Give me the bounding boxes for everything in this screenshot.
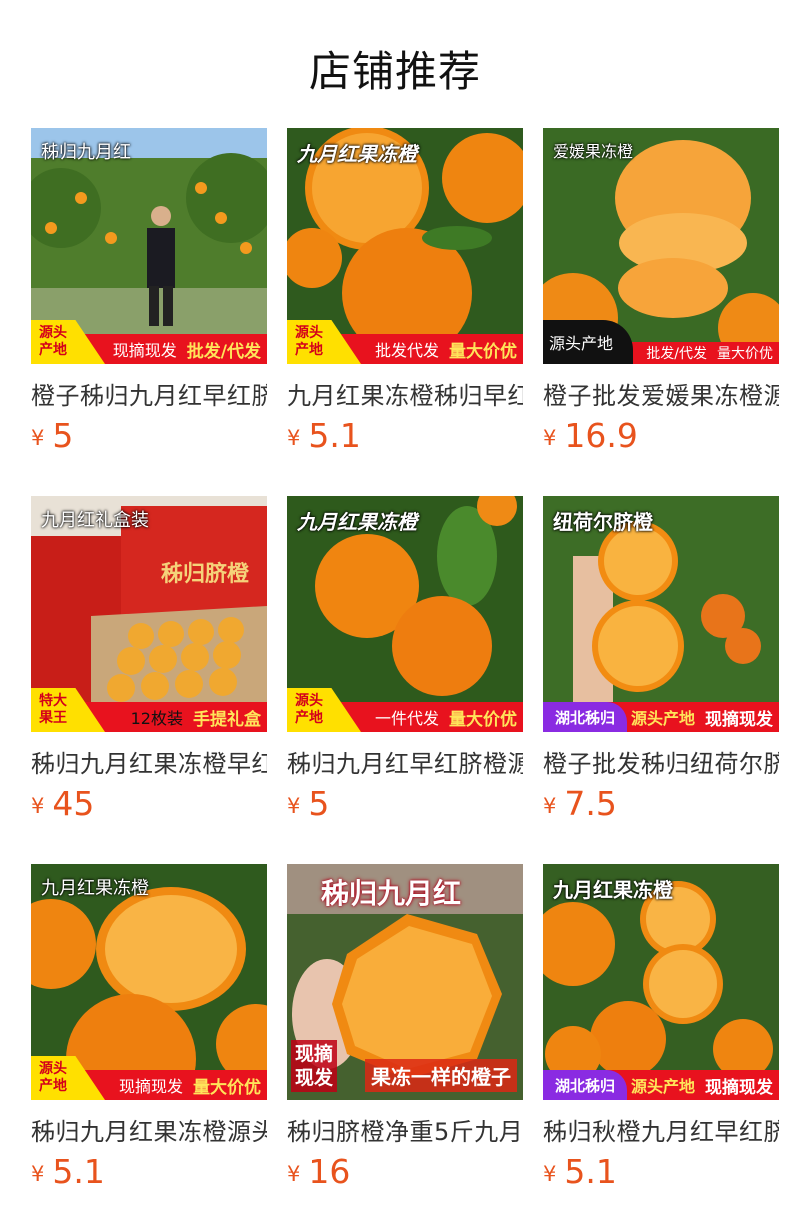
currency-symbol: ¥ xyxy=(31,426,45,450)
jelly-orange-tag: 果冻一样的橙子 xyxy=(365,1059,517,1092)
product-image[interactable]: 爱媛果冻橙 批发/代发 量大价优 源头产地 xyxy=(543,128,779,364)
product-price: ¥16.9 xyxy=(543,416,638,455)
product-card[interactable]: 秭归九月红 现摘 现发 果冻一样的橙子 秭归脐橙净重5斤九月红 ¥16 xyxy=(287,864,523,1232)
currency-symbol: ¥ xyxy=(543,426,557,450)
currency-symbol: ¥ xyxy=(287,794,301,818)
product-title[interactable]: 秭归九月红果冻橙早红脐橙 xyxy=(31,744,267,779)
product-price: ¥5 xyxy=(287,784,329,823)
product-title[interactable]: 九月红果冻橙秭归早红脐橙 xyxy=(287,376,523,411)
product-price: ¥5.1 xyxy=(287,416,361,455)
product-price: ¥16 xyxy=(287,1152,350,1191)
navel-orange-photo xyxy=(543,496,779,732)
region-badge: 湖北秭归 xyxy=(543,1070,627,1100)
product-card[interactable]: 九月红果冻橙 现摘现发 量大价优 源头 产地 秭归九月红果冻橙源头产地 ¥5.1 xyxy=(31,864,267,1232)
fresh-pick-tag: 现摘 现发 xyxy=(291,1040,338,1092)
product-image[interactable]: 九月红果冻橙 现摘现发 量大价优 源头 产地 xyxy=(31,864,267,1100)
product-card[interactable]: 九月红果冻橙 一件代发 量大价优 源头 产地 秭归九月红早红脐橙源头 ¥5 xyxy=(287,496,523,864)
page-title: 店铺推荐 xyxy=(308,47,481,96)
product-title[interactable]: 秭归脐橙净重5斤九月红 xyxy=(287,1112,523,1147)
product-grid: 秭归九月红 现摘现发 批发/代发 源头 产地 橙子秭归九月红早红脐橙 ¥5 九月… xyxy=(31,128,779,1232)
currency-symbol: ¥ xyxy=(287,426,301,450)
product-image[interactable]: 秭归九月红 现摘 现发 果冻一样的橙子 xyxy=(287,864,523,1100)
orange-photo xyxy=(543,864,779,1100)
product-title[interactable]: 橙子秭归九月红早红脐橙 xyxy=(31,376,267,411)
product-image[interactable]: 九月红果冻橙 批发代发 量大价优 源头 产地 xyxy=(287,128,523,364)
currency-symbol: ¥ xyxy=(31,794,45,818)
product-title[interactable]: 橙子批发秭归纽荷尔脐橙 xyxy=(543,744,779,779)
currency-symbol: ¥ xyxy=(543,1162,557,1186)
currency-symbol: ¥ xyxy=(287,1162,301,1186)
price-value: 5 xyxy=(308,784,330,823)
currency-symbol: ¥ xyxy=(543,794,557,818)
product-price: ¥5.1 xyxy=(31,1152,105,1191)
product-title[interactable]: 橙子批发爱媛果冻橙源头 xyxy=(543,376,779,411)
product-card[interactable]: 秭归脐橙 九月红礼盒装 12枚装 手提礼盒 特大 果王 秭归九月红果冻橙早红脐橙… xyxy=(31,496,267,864)
product-title[interactable]: 秭归九月红早红脐橙源头 xyxy=(287,744,523,779)
product-card[interactable]: 爱媛果冻橙 批发/代发 量大价优 源头产地 橙子批发爱媛果冻橙源头 ¥16.9 xyxy=(543,128,779,496)
region-badge: 湖北秭归 xyxy=(543,702,627,732)
price-value: 5 xyxy=(52,416,74,455)
price-value: 5.1 xyxy=(52,1152,105,1191)
product-image[interactable]: 纽荷尔脐橙 源头产地 现摘现发 湖北秭归 xyxy=(543,496,779,732)
product-image[interactable]: 九月红果冻橙 一件代发 量大价优 源头 产地 xyxy=(287,496,523,732)
price-value: 16 xyxy=(308,1152,351,1191)
product-price: ¥5 xyxy=(31,416,73,455)
price-value: 45 xyxy=(52,784,95,823)
product-image[interactable]: 秭归脐橙 九月红礼盒装 12枚装 手提礼盒 特大 果王 xyxy=(31,496,267,732)
origin-badge: 源头产地 xyxy=(543,320,633,364)
product-title[interactable]: 秭归九月红果冻橙源头产地 xyxy=(31,1112,267,1147)
price-value: 16.9 xyxy=(564,416,638,455)
product-image[interactable]: 九月红果冻橙 源头产地 现摘现发 湖北秭归 xyxy=(543,864,779,1100)
product-card[interactable]: 秭归九月红 现摘现发 批发/代发 源头 产地 橙子秭归九月红早红脐橙 ¥5 xyxy=(31,128,267,496)
product-card[interactable]: 九月红果冻橙 源头产地 现摘现发 湖北秭归 秭归秋橙九月红早红脐橙 ¥5.1 xyxy=(543,864,779,1232)
product-card[interactable]: 纽荷尔脐橙 源头产地 现摘现发 湖北秭归 橙子批发秭归纽荷尔脐橙 ¥7.5 xyxy=(543,496,779,864)
price-value: 5.1 xyxy=(564,1152,617,1191)
product-card[interactable]: 九月红果冻橙 批发代发 量大价优 源头 产地 九月红果冻橙秭归早红脐橙 ¥5.1 xyxy=(287,128,523,496)
currency-symbol: ¥ xyxy=(31,1162,45,1186)
product-price: ¥7.5 xyxy=(543,784,617,823)
product-image[interactable]: 秭归九月红 现摘现发 批发/代发 源头 产地 xyxy=(31,128,267,364)
product-price: ¥45 xyxy=(31,784,94,823)
price-value: 5.1 xyxy=(308,416,361,455)
product-price: ¥5.1 xyxy=(543,1152,617,1191)
product-title[interactable]: 秭归秋橙九月红早红脐橙 xyxy=(543,1112,779,1147)
price-value: 7.5 xyxy=(564,784,617,823)
